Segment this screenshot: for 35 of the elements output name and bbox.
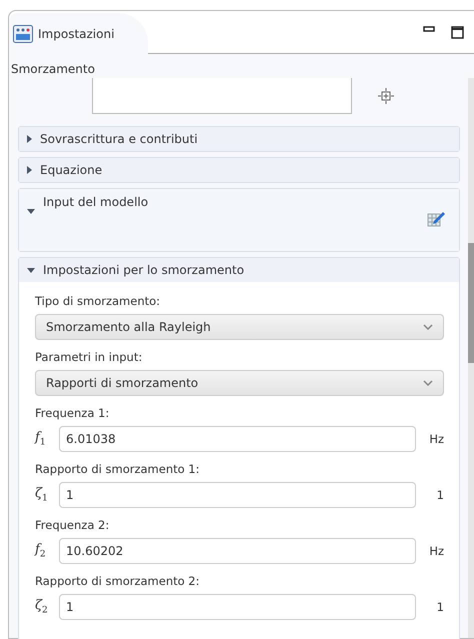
chevron-down-icon bbox=[423, 324, 433, 330]
dropdown[interactable]: Rapporti di smorzamento bbox=[35, 370, 444, 396]
maximize-icon[interactable] bbox=[451, 26, 464, 38]
symbol: ζ$_{2}$ bbox=[35, 598, 49, 616]
field-label: Frequenza 1: bbox=[35, 406, 110, 420]
chevron-down-icon bbox=[423, 380, 433, 386]
unit-label: Hz bbox=[428, 432, 444, 446]
node-title: Smorzamento bbox=[10, 61, 96, 78]
field-label: Frequenza 2: bbox=[35, 518, 110, 532]
settings-tab[interactable]: Impostazioni bbox=[9, 13, 148, 54]
input-field[interactable]: 10.60202 bbox=[59, 538, 416, 564]
field-label: Parametri in input: bbox=[35, 350, 144, 364]
symbol: f$_{2}$ bbox=[35, 542, 47, 560]
input-field[interactable]: 1 bbox=[59, 594, 416, 620]
field-label: Rapporto di smorzamento 1: bbox=[35, 462, 200, 476]
field-label: Rapporto di smorzamento 2: bbox=[35, 574, 200, 588]
move-crosshair-icon[interactable] bbox=[378, 88, 394, 104]
field-label: Tipo di smorzamento: bbox=[35, 294, 162, 308]
input-field[interactable]: 6.01038 bbox=[59, 426, 416, 452]
section-header[interactable]: Equazione bbox=[19, 158, 459, 182]
symbol: f$_{1}$ bbox=[35, 430, 47, 448]
settings-grid-icon bbox=[13, 24, 33, 42]
scrollbar[interactable] bbox=[468, 78, 474, 638]
section-title: Input del modello bbox=[43, 195, 148, 209]
dropdown[interactable]: Smorzamento alla Rayleigh bbox=[35, 314, 444, 340]
minimize-icon[interactable] bbox=[423, 26, 435, 32]
unit-label: 1 bbox=[436, 600, 444, 614]
edit-table-icon[interactable] bbox=[427, 209, 445, 227]
input-field[interactable]: 1 bbox=[59, 482, 416, 508]
section-header[interactable]: Sovrascrittura e contributi bbox=[19, 127, 459, 151]
unit-label: Hz bbox=[428, 544, 444, 558]
section-header[interactable]: Input del modello bbox=[19, 189, 459, 251]
symbol: ζ$_{1}$ bbox=[35, 486, 49, 504]
unit-label: 1 bbox=[436, 488, 444, 502]
section-header[interactable]: Impostazioni per lo smorzamento bbox=[19, 258, 459, 282]
